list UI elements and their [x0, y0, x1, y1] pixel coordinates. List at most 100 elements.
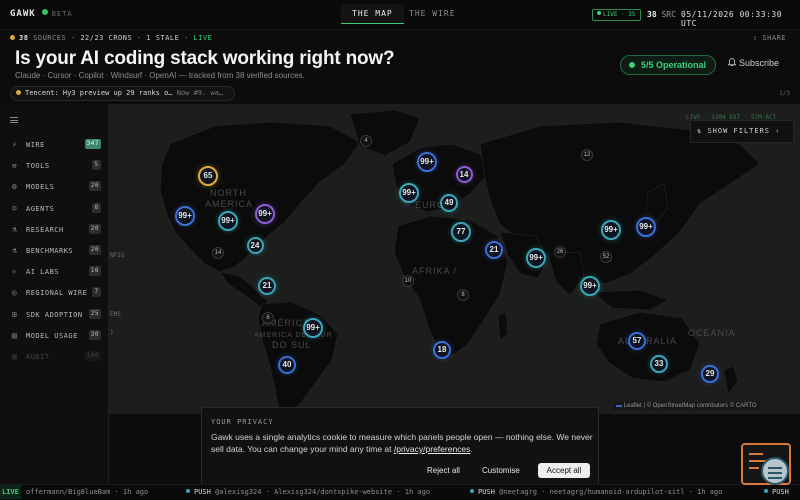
map-cluster-small[interactable]: 4: [360, 135, 372, 147]
sidebar-item-label: REGIONAL WIRE: [26, 289, 88, 298]
operational-status-badge[interactable]: 5/5 Operational: [620, 55, 717, 75]
sidebar-item-models[interactable]: ⚙ MODELS 20: [0, 177, 109, 197]
wire-item-type: PUSH: [772, 488, 789, 496]
push-dot-icon: [186, 489, 190, 493]
map-cluster-small[interactable]: 26: [554, 246, 566, 258]
map-cluster[interactable]: 99+: [636, 217, 656, 237]
model-usage-icon: ▤: [11, 330, 18, 340]
ai-labs-icon: ⚛: [11, 267, 18, 277]
research-icon: ⚗: [11, 224, 18, 234]
map-cluster[interactable]: 77: [451, 222, 471, 242]
news-ticker[interactable]: Tencent: Hy3 preview up 29 ranks o… Now …: [10, 86, 235, 101]
crons-status: 22/23 CRONS: [80, 34, 133, 42]
world-map[interactable]: NORTH AMERICA EUROPE AFRIKA / AMÉRICA DO…: [0, 104, 800, 414]
map-label: OCEANIA: [688, 328, 736, 338]
menu-icon[interactable]: [10, 117, 18, 123]
map-cluster[interactable]: 24: [246, 236, 264, 254]
map-cluster[interactable]: 99+: [601, 220, 621, 240]
assistant-avatar-icon[interactable]: [761, 457, 789, 485]
map-cluster[interactable]: 99+: [255, 204, 275, 224]
sidebar-item-audit[interactable]: ▦ AUDIT 100: [0, 347, 109, 367]
map-cluster[interactable]: 99+: [175, 206, 195, 226]
map-cluster-small[interactable]: 8: [457, 289, 469, 301]
filters-icon: ⇅: [697, 127, 703, 135]
map-cluster-small[interactable]: 12: [581, 149, 593, 161]
map-cluster[interactable]: 99+: [303, 318, 323, 338]
sources-count: 38: [19, 34, 29, 42]
sidebar-item-wire[interactable]: ⚡ WIRE 347: [0, 135, 109, 155]
sidebar-item-label: SDK ADOPTION: [26, 310, 83, 319]
map-cluster-small[interactable]: 10: [402, 275, 414, 287]
map-cluster-small[interactable]: 14: [212, 247, 224, 259]
sidebar-item-label: MODELS: [26, 183, 55, 192]
operational-dot-icon: [629, 62, 635, 68]
agents-icon: ☺: [11, 203, 18, 213]
show-filters-button[interactable]: ⇅ SHOW FILTERS ‹: [690, 120, 794, 143]
status-dot-icon: [41, 9, 48, 15]
tab-the-map[interactable]: THE MAP: [341, 4, 404, 24]
attribution-text: Leaflet | © OpenStreetMap contributors ©…: [623, 403, 757, 409]
sidebar-item-tools[interactable]: ⚒ TOOLS 5: [0, 156, 109, 176]
map-landmass: [159, 109, 761, 414]
sidebar-item-benchmarks[interactable]: ⚗ BENCHMARKS 20: [0, 241, 109, 261]
wire-ticker[interactable]: LIVE offermann/Big8lueBam · 1h ago PUSH …: [0, 484, 800, 500]
map-cluster[interactable]: 33: [650, 355, 668, 373]
wire-item-text: @alexisg324 · Alexisg324/dontspike-websi…: [215, 488, 431, 496]
map-cluster[interactable]: 40: [278, 356, 296, 374]
map-cluster[interactable]: 99+: [417, 152, 437, 172]
share-button[interactable]: ⇪ SHARE: [753, 34, 786, 42]
status-line: 38 SOURCES · 22/23 CRONS · 1 STALE · LIV…: [10, 34, 212, 42]
ticker-dot-icon: [16, 90, 21, 95]
clock: 05/11/2026 00:33:30 UTC: [681, 10, 783, 28]
panel-peek: NFIG: [110, 252, 125, 259]
wire-item[interactable]: offermann/Big8lueBam · 1h ago: [26, 485, 148, 499]
privacy-body: Gawk uses a single analytics cookie to m…: [211, 431, 595, 455]
sidebar-item-count: 30: [88, 329, 101, 340]
live-badge-label: LIVE · 35: [603, 11, 636, 18]
map-cluster[interactable]: 99+: [218, 211, 238, 231]
map-cluster[interactable]: 49: [440, 194, 458, 212]
customise-button[interactable]: Customise: [478, 464, 524, 478]
subscribe-button[interactable]: Subscribe: [728, 58, 779, 68]
tab-the-wire[interactable]: THE WIRE: [398, 4, 467, 24]
wire-item-text: @neetagrg · neetagrg/humanoid-ardupilot-…: [499, 488, 723, 496]
map-cluster[interactable]: 65: [198, 166, 218, 186]
sidebar-item-ai-labs[interactable]: ⚛ AI LABS 16: [0, 262, 109, 282]
source-count-label: SRC: [661, 10, 676, 19]
accept-all-button[interactable]: Accept all: [538, 463, 590, 478]
page-title: Is your AI coding stack working right no…: [15, 48, 395, 69]
map-cluster[interactable]: 99+: [580, 276, 600, 296]
wire-item[interactable]: PUSH: [764, 485, 789, 499]
benchmarks-icon: ⚗: [11, 246, 18, 255]
map-cluster[interactable]: 99+: [399, 183, 419, 203]
sidebar-item-model-usage[interactable]: ▤ MODEL USAGE 30: [0, 326, 109, 346]
sidebar-item-regional-wire[interactable]: ◎ REGIONAL WIRE 7: [0, 283, 109, 303]
map-attribution[interactable]: ▬ Leaflet | © OpenStreetMap contributors…: [613, 402, 760, 410]
sidebar-item-count: 347: [84, 139, 101, 149]
sources-label: SOURCES: [33, 34, 67, 42]
panel-peek: EMS: [110, 311, 121, 318]
map-cluster[interactable]: 21: [258, 277, 276, 295]
sidebar-item-sdk-adoption[interactable]: ⊞ SDK ADOPTION 25: [0, 305, 109, 325]
wire-live-badge: LIVE: [0, 485, 21, 499]
brand[interactable]: GAWK BETA: [10, 9, 73, 19]
map-cluster[interactable]: 29: [701, 365, 719, 383]
sidebar-item-agents[interactable]: ☺ AGENTS 8: [0, 199, 109, 219]
reject-all-button[interactable]: Reject all: [423, 464, 464, 478]
map-label: AMERICA: [205, 199, 254, 209]
map-cluster[interactable]: 57: [628, 332, 646, 350]
map-cluster[interactable]: 21: [485, 241, 503, 259]
wire-item[interactable]: PUSH @alexisg324 · Alexisg324/dontspike-…: [186, 485, 430, 499]
push-dot-icon: [764, 489, 768, 493]
sidebar-item-label: AGENTS: [26, 204, 55, 213]
map-cluster[interactable]: 18: [433, 341, 451, 359]
map-cluster-small[interactable]: 6: [262, 312, 274, 324]
sidebar-item-label: BENCHMARKS: [26, 247, 74, 255]
privacy-preferences-link[interactable]: /privacy/preferences: [394, 444, 471, 454]
map-cluster-small[interactable]: 52: [600, 251, 612, 263]
show-filters-label: SHOW FILTERS: [707, 127, 771, 135]
map-cluster[interactable]: 14: [455, 165, 473, 183]
wire-item[interactable]: PUSH @neetagrg · neetagrg/humanoid-ardup…: [470, 485, 722, 499]
sidebar-item-research[interactable]: ⚗ RESEARCH 20: [0, 220, 109, 240]
map-cluster[interactable]: 99+: [526, 248, 546, 268]
